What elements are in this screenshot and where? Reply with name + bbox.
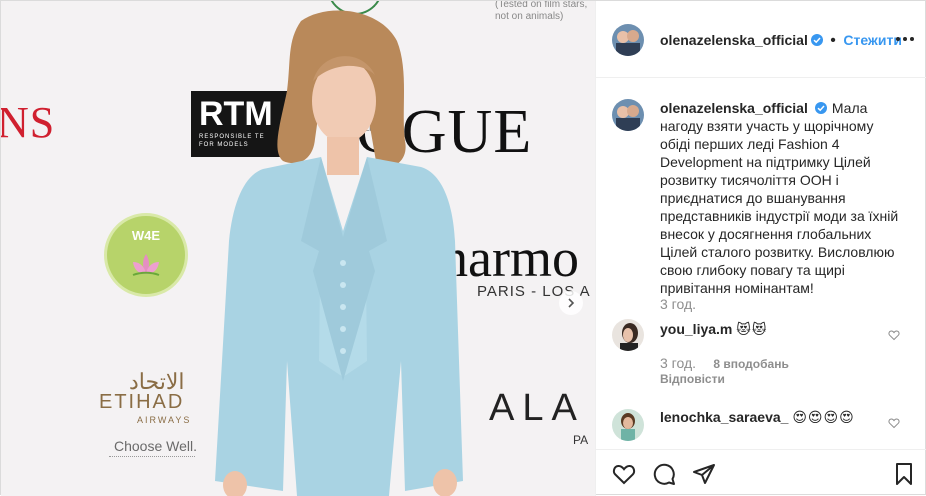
- author-avatar[interactable]: [612, 24, 644, 56]
- follow-button[interactable]: Стежити: [843, 32, 902, 48]
- comment-avatar[interactable]: [612, 409, 644, 441]
- comment-like-heart-icon[interactable]: [888, 417, 900, 429]
- caption-text: Мала нагоду взяти участь у щорічному обі…: [660, 100, 899, 296]
- next-photo-button[interactable]: [559, 291, 583, 315]
- comment-username[interactable]: lenochka_saraeva_: [660, 409, 788, 425]
- post-caption: olenazelenska_official Мала нагоду взяти …: [660, 99, 906, 297]
- comment-time[interactable]: 3 год.: [660, 355, 696, 371]
- person-figure: [215, 10, 463, 496]
- like-heart-icon[interactable]: [612, 462, 636, 486]
- comment-text: 😻😻: [736, 322, 768, 338]
- header-separator: •: [830, 32, 836, 49]
- comment-avatar[interactable]: [612, 319, 644, 351]
- save-bookmark-icon[interactable]: [892, 462, 916, 486]
- comment-bubble-icon[interactable]: [652, 462, 676, 486]
- caption-username[interactable]: olenazelenska_official: [660, 100, 808, 116]
- comment-like-heart-icon[interactable]: [888, 329, 900, 341]
- comment-meta: 3 год. 8 вподобань: [660, 355, 789, 371]
- comment-likes[interactable]: 8 вподобань: [713, 357, 788, 371]
- chevron-right-icon: [568, 298, 575, 308]
- verified-icon: [810, 34, 823, 46]
- post-photo[interactable]: (Tested on film stars, not on animals) NS…: [1, 1, 595, 496]
- post-sidebar: olenazelenska_official • Стежити olenaze…: [595, 1, 926, 496]
- caption-avatar[interactable]: [612, 99, 644, 131]
- post-dialog: (Tested on film stars, not on animals) NS…: [0, 0, 926, 496]
- comment-item: you_liya.m 😻😻: [660, 321, 767, 338]
- verified-icon: [814, 102, 827, 114]
- author-username[interactable]: olenazelenska_official: [660, 32, 808, 48]
- more-options-icon[interactable]: [896, 37, 914, 41]
- header-line: olenazelenska_official • Стежити: [660, 32, 902, 50]
- share-direct-icon[interactable]: [692, 462, 716, 486]
- reply-button[interactable]: Відповісти: [660, 372, 725, 386]
- comment-username[interactable]: you_liya.m: [660, 321, 732, 337]
- action-bar: [596, 449, 926, 496]
- post-header: olenazelenska_official • Стежити: [596, 1, 926, 78]
- caption-time[interactable]: 3 год.: [660, 296, 696, 312]
- comment-item: lenochka_saraeva_ 😍😍😍😍: [660, 409, 855, 426]
- comment-text: 😍😍😍😍: [792, 410, 855, 426]
